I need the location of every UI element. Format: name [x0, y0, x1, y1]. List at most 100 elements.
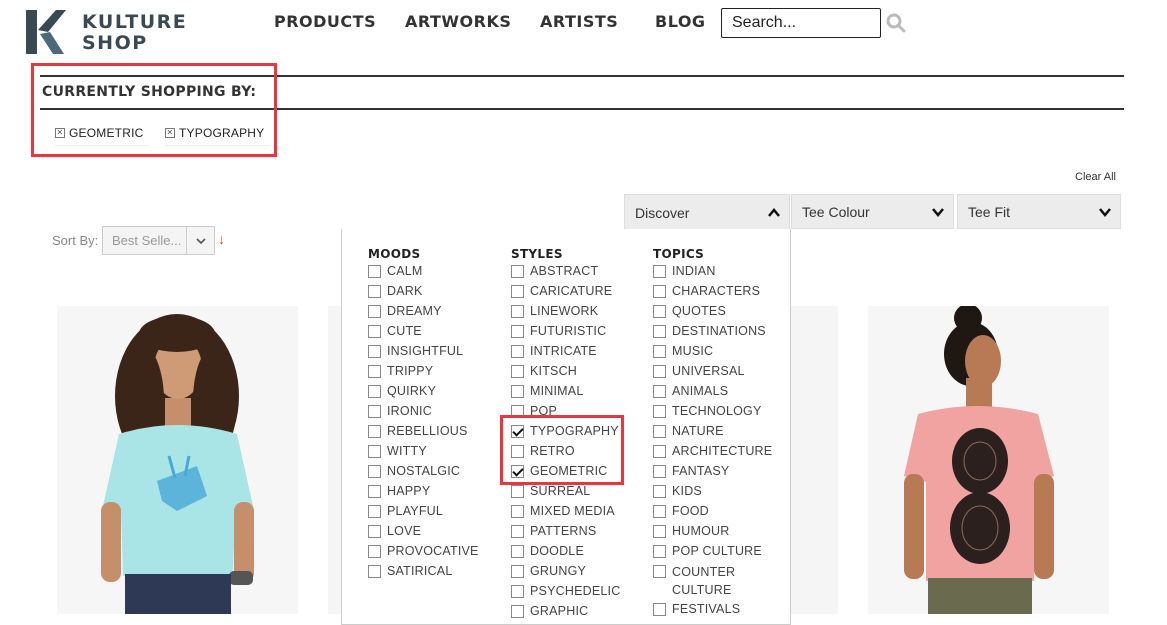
style-option[interactable]: SURREAL: [511, 484, 620, 504]
checkbox[interactable]: [511, 365, 524, 378]
checkbox[interactable]: [368, 505, 381, 518]
mood-option[interactable]: IRONIC: [368, 404, 479, 424]
topic-option[interactable]: CHARACTERS: [653, 284, 772, 304]
checkbox[interactable]: [368, 285, 381, 298]
topic-option[interactable]: TECHNOLOGY: [653, 404, 772, 424]
checkbox[interactable]: [368, 465, 381, 478]
checkbox[interactable]: [653, 405, 666, 418]
checkbox[interactable]: [368, 445, 381, 458]
checkbox[interactable]: [653, 545, 666, 558]
topic-option[interactable]: NATURE: [653, 424, 772, 444]
nav-products[interactable]: PRODUCTS: [274, 12, 376, 31]
mood-option[interactable]: DARK: [368, 284, 479, 304]
mood-option[interactable]: DREAMY: [368, 304, 479, 324]
topic-option[interactable]: ARCHITECTURE: [653, 444, 772, 464]
checkbox[interactable]: [511, 485, 524, 498]
style-option[interactable]: MINIMAL: [511, 384, 620, 404]
topic-option[interactable]: UNIVERSAL: [653, 364, 772, 384]
tee-fit-dropdown[interactable]: Tee Fit: [957, 194, 1121, 229]
clear-all-link[interactable]: Clear All: [1075, 171, 1116, 183]
checkbox[interactable]: [653, 603, 666, 616]
sort-select[interactable]: Best Selle...: [102, 226, 215, 255]
checkbox[interactable]: [368, 365, 381, 378]
checkbox[interactable]: [368, 565, 381, 578]
topic-option[interactable]: FANTASY: [653, 464, 772, 484]
checkbox[interactable]: [511, 345, 524, 358]
checkbox[interactable]: [511, 525, 524, 538]
checkbox[interactable]: [511, 605, 524, 618]
checkbox[interactable]: [653, 345, 666, 358]
checkbox[interactable]: [653, 445, 666, 458]
product-card-blue-tee[interactable]: [57, 306, 298, 614]
checkbox[interactable]: [368, 265, 381, 278]
checkbox[interactable]: [511, 585, 524, 598]
checkbox[interactable]: [511, 265, 524, 278]
topic-option[interactable]: FOOD: [653, 504, 772, 524]
checkbox[interactable]: [653, 305, 666, 318]
topic-option[interactable]: DESTINATIONS: [653, 324, 772, 344]
checkbox[interactable]: [653, 525, 666, 538]
product-card-partial-2[interactable]: [790, 306, 838, 614]
checkbox[interactable]: [368, 525, 381, 538]
sort-dropdown-button[interactable]: [186, 227, 214, 254]
checkbox[interactable]: [368, 345, 381, 358]
checkbox[interactable]: [511, 325, 524, 338]
checkbox[interactable]: [368, 325, 381, 338]
mood-option[interactable]: REBELLIOUS: [368, 424, 479, 444]
style-option[interactable]: GRUNGY: [511, 564, 620, 584]
topic-option[interactable]: KIDS: [653, 484, 772, 504]
mood-option[interactable]: CALM: [368, 264, 479, 284]
checkbox[interactable]: [511, 565, 524, 578]
checkbox[interactable]: [368, 405, 381, 418]
mood-option[interactable]: SATIRICAL: [368, 564, 479, 584]
mood-option[interactable]: PROVOCATIVE: [368, 544, 479, 564]
mood-option[interactable]: WITTY: [368, 444, 479, 464]
checkbox[interactable]: [368, 425, 381, 438]
mood-option[interactable]: NOSTALGIC: [368, 464, 479, 484]
topic-option[interactable]: HUMOUR: [653, 524, 772, 544]
discover-dropdown[interactable]: Discover: [624, 194, 790, 230]
topic-option[interactable]: INDIAN: [653, 264, 772, 284]
checkbox[interactable]: [368, 545, 381, 558]
mood-option[interactable]: QUIRKY: [368, 384, 479, 404]
checkbox[interactable]: [511, 385, 524, 398]
style-option[interactable]: ABSTRACT: [511, 264, 620, 284]
tee-colour-dropdown[interactable]: Tee Colour: [791, 194, 954, 229]
style-option[interactable]: KITSCH: [511, 364, 620, 384]
checkbox[interactable]: [368, 385, 381, 398]
checkbox[interactable]: [653, 465, 666, 478]
style-option[interactable]: PSYCHEDELIC: [511, 584, 620, 604]
checkbox[interactable]: [511, 545, 524, 558]
checkbox[interactable]: [653, 425, 666, 438]
mood-option[interactable]: PLAYFUL: [368, 504, 479, 524]
style-option[interactable]: LINEWORK: [511, 304, 620, 324]
checkbox[interactable]: [511, 305, 524, 318]
style-option[interactable]: MIXED MEDIA: [511, 504, 620, 524]
mood-option[interactable]: HAPPY: [368, 484, 479, 504]
checkbox[interactable]: [653, 485, 666, 498]
product-card-pink-tee[interactable]: [868, 306, 1109, 614]
checkbox[interactable]: [653, 265, 666, 278]
style-option[interactable]: PATTERNS: [511, 524, 620, 544]
style-option[interactable]: DOODLE: [511, 544, 620, 564]
mood-option[interactable]: LOVE: [368, 524, 479, 544]
nav-artists[interactable]: ARTISTS: [540, 12, 618, 31]
search-icon[interactable]: [886, 13, 906, 33]
sort-direction-arrow-icon[interactable]: ↓: [218, 231, 225, 247]
topic-option[interactable]: FESTIVALS: [653, 602, 772, 622]
topic-option[interactable]: ANIMALS: [653, 384, 772, 404]
checkbox[interactable]: [653, 285, 666, 298]
topic-option[interactable]: QUOTES: [653, 304, 772, 324]
mood-option[interactable]: TRIPPY: [368, 364, 479, 384]
style-option[interactable]: GRAPHIC: [511, 604, 620, 624]
kulture-shop-logo[interactable]: KULTURE SHOP: [26, 10, 186, 58]
topic-option[interactable]: MUSIC: [653, 344, 772, 364]
style-option[interactable]: FUTURISTIC: [511, 324, 620, 344]
checkbox[interactable]: [653, 385, 666, 398]
style-option[interactable]: CARICATURE: [511, 284, 620, 304]
checkbox[interactable]: [368, 305, 381, 318]
checkbox[interactable]: [368, 485, 381, 498]
checkbox[interactable]: [653, 365, 666, 378]
search-input[interactable]: [721, 8, 881, 38]
mood-option[interactable]: CUTE: [368, 324, 479, 344]
